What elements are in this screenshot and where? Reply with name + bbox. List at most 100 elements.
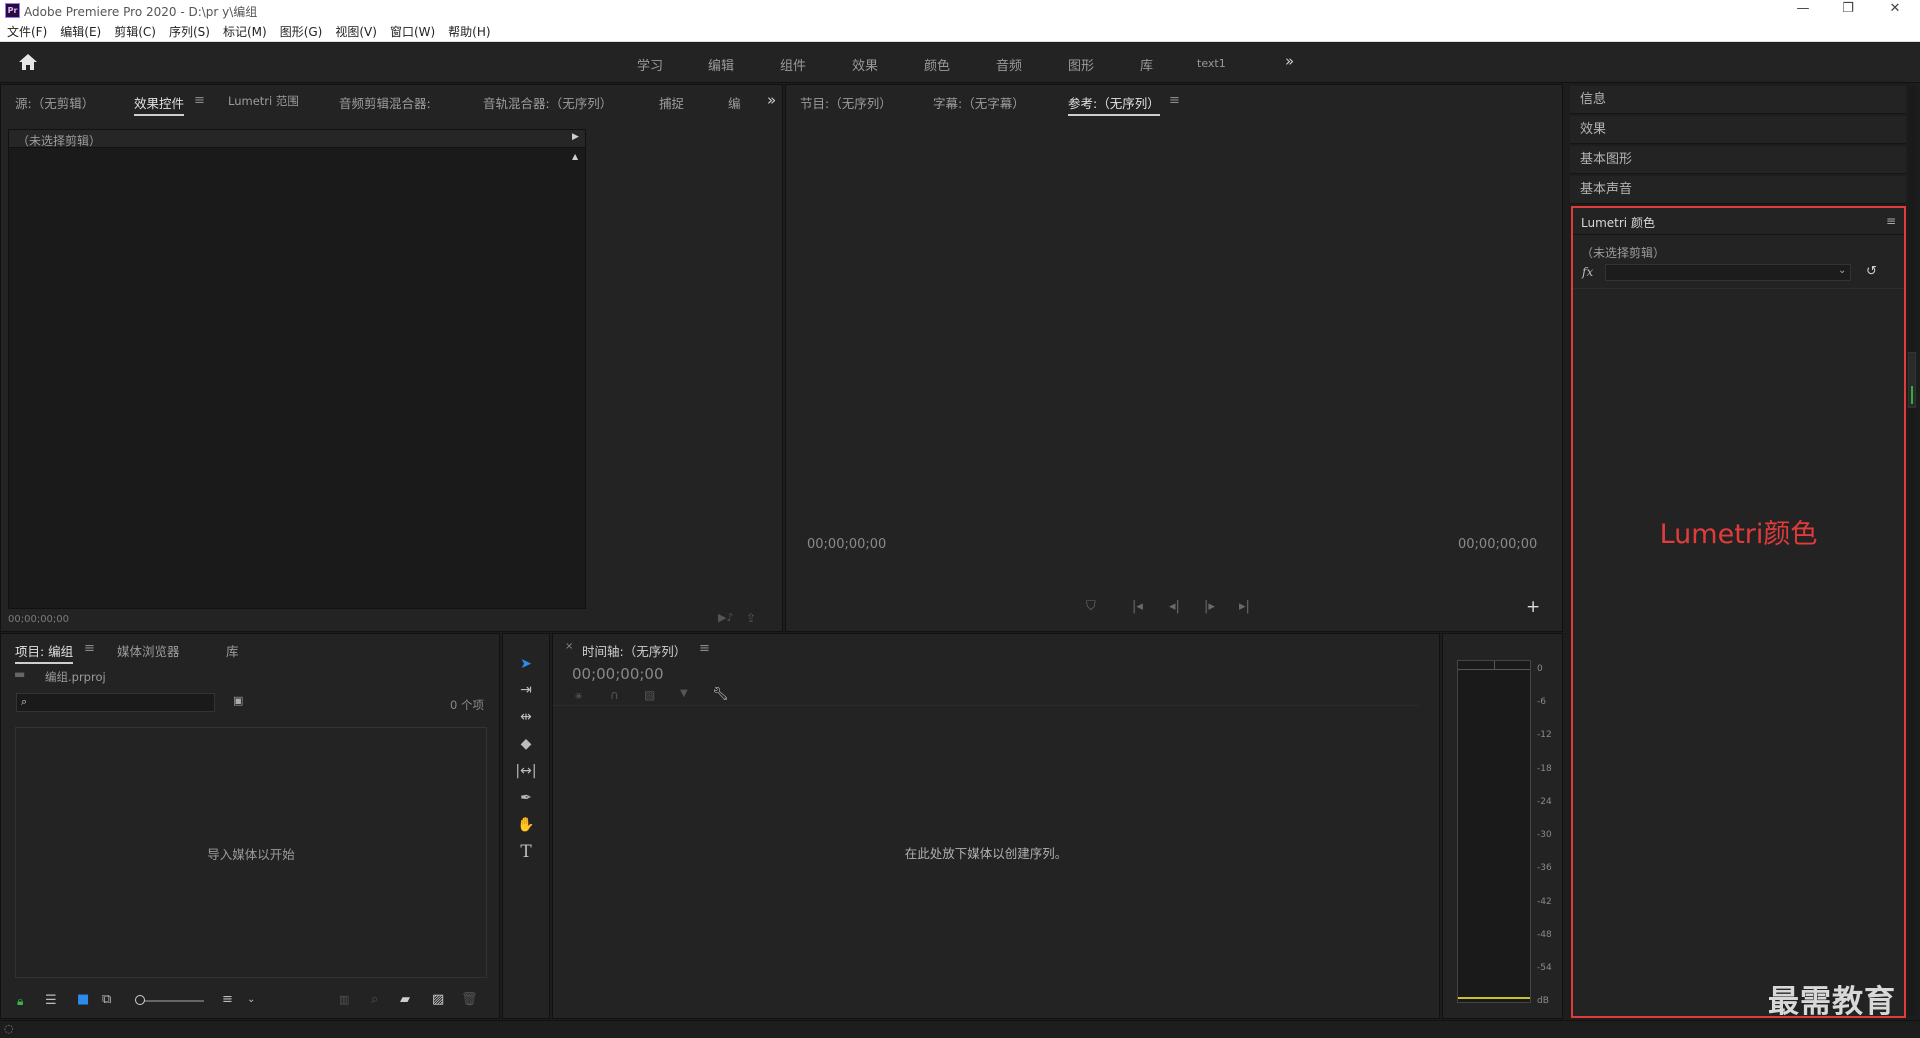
search-icon: ⌕ xyxy=(21,695,28,708)
zoom-slider-handle[interactable] xyxy=(135,995,145,1005)
tab-program[interactable]: 节目:（无序列） xyxy=(800,93,892,112)
workspace-text1[interactable]: text1 xyxy=(1197,57,1226,70)
panel-menu-icon[interactable]: ≡ xyxy=(1886,214,1896,228)
add-marker-icon[interactable]: ⛉ xyxy=(1086,599,1096,614)
snap-icon[interactable]: ∩ xyxy=(610,688,619,702)
lock-icon[interactable]: 🔒︎ xyxy=(17,994,23,1009)
workspace-editing[interactable]: 编辑 xyxy=(708,55,734,74)
panel-essential-sound[interactable]: 基本声音 xyxy=(1570,176,1906,204)
ripple-edit-tool-icon[interactable]: ⇹ xyxy=(514,706,538,728)
panel-menu-icon[interactable]: ≡ xyxy=(84,641,95,656)
selection-tool-icon[interactable]: ➤ xyxy=(514,653,538,675)
tab-audio-track-mixer[interactable]: 音轨混合器:（无序列） xyxy=(483,93,612,112)
workspace-libraries[interactable]: 库 xyxy=(1140,55,1153,74)
button-editor-plus-icon[interactable]: + xyxy=(1526,597,1540,617)
close-icon[interactable]: ✕ xyxy=(1875,1,1915,16)
import-media-hint: 导入媒体以开始 xyxy=(207,847,295,862)
panel-menu-icon[interactable]: ≡ xyxy=(1169,93,1180,108)
close-icon[interactable]: × xyxy=(565,641,573,652)
program-timecode-left[interactable]: 00;00;00;00 xyxy=(807,537,886,552)
track-select-tool-icon[interactable]: ⇥ xyxy=(514,679,538,701)
find-icon[interactable]: ⌕ xyxy=(371,992,378,1007)
timeline-drop-area[interactable]: 在此处放下媒体以创建序列。 xyxy=(553,705,1419,1018)
tab-captions[interactable]: 字幕:（无字幕） xyxy=(933,93,1025,112)
tab-libraries[interactable]: 库 xyxy=(226,641,239,660)
tabs-overflow-icon[interactable]: » xyxy=(767,91,776,109)
tab-source[interactable]: 源:（无剪辑） xyxy=(15,93,94,112)
automate-sequence-icon[interactable]: ▥ xyxy=(339,993,349,1006)
menu-markers[interactable]: 标记(M) xyxy=(223,22,267,42)
timeline-title: 时间轴:（无序列） xyxy=(582,644,687,659)
menu-graphics[interactable]: 图形(G) xyxy=(280,22,323,42)
menu-help[interactable]: 帮助(H) xyxy=(448,22,490,42)
workspace-assembly[interactable]: 组件 xyxy=(780,55,806,74)
tab-lumetri-scopes[interactable]: Lumetri 范围 xyxy=(228,93,299,109)
status-bar: ◌ xyxy=(0,1020,1920,1038)
menu-clip[interactable]: 剪辑(C) xyxy=(114,22,156,42)
export-frame-icon[interactable]: ⇪ xyxy=(746,611,756,625)
project-search-input[interactable]: ⌕ xyxy=(16,693,215,712)
loop-audio-icon[interactable]: ▶♪ xyxy=(718,611,733,624)
menu-file[interactable]: 文件(F) xyxy=(7,22,47,42)
reset-icon[interactable]: ↺ xyxy=(1866,264,1877,279)
timeline-timecode[interactable]: 00;00;00;00 xyxy=(572,665,664,683)
expand-right-icon[interactable]: ▶ xyxy=(572,132,579,142)
tab-media-browser[interactable]: 媒体浏览器 xyxy=(117,641,180,660)
new-search-bin-icon[interactable]: ▣ xyxy=(233,694,243,707)
type-tool-icon[interactable]: T xyxy=(514,841,538,863)
restore-icon[interactable]: ❐ xyxy=(1828,1,1868,16)
tab-reference[interactable]: 参考:（无序列） xyxy=(1068,93,1160,116)
workspace-learn[interactable]: 学习 xyxy=(637,55,663,74)
panel-menu-icon[interactable]: ≡ xyxy=(194,93,205,108)
tab-edit-overflow[interactable]: 编 xyxy=(728,93,741,112)
trash-icon[interactable]: 🗑︎ xyxy=(461,992,478,1007)
razor-tool-icon[interactable]: ◆ xyxy=(514,733,538,755)
tab-project[interactable]: 项目: 编组 xyxy=(15,641,74,664)
panel-info[interactable]: 信息 xyxy=(1570,86,1906,114)
menu-edit[interactable]: 编辑(E) xyxy=(60,22,101,42)
workspace-graphics[interactable]: 图形 xyxy=(1068,55,1094,74)
project-content-area[interactable]: 导入媒体以开始 xyxy=(15,727,487,978)
new-item-icon[interactable]: ▨ xyxy=(432,992,444,1007)
add-marker-icon[interactable]: ▼ xyxy=(680,688,688,699)
wrench-icon[interactable]: 🔧︎ xyxy=(712,687,729,702)
chevron-down-icon[interactable]: ⌄ xyxy=(247,994,255,1005)
slip-tool-icon[interactable]: |↔| xyxy=(514,760,538,782)
nest-icon[interactable]: ⚹ xyxy=(575,688,582,703)
workspace-audio[interactable]: 音频 xyxy=(996,55,1022,74)
freeform-view-icon[interactable]: ⧉ xyxy=(102,992,111,1007)
workspace-bar: 学习 编辑 组件 效果 颜色 音频 图形 库 text1 » xyxy=(0,43,1920,83)
tab-effect-controls[interactable]: 效果控件 xyxy=(134,93,185,116)
go-to-out-icon[interactable]: ▸| xyxy=(1239,599,1250,614)
panel-effects[interactable]: 效果 xyxy=(1570,116,1906,144)
workspace-color[interactable]: 颜色 xyxy=(924,55,950,74)
new-bin-icon[interactable]: ▰ xyxy=(400,992,410,1007)
panel-menu-icon[interactable]: ≡ xyxy=(699,641,710,656)
home-icon[interactable] xyxy=(18,53,38,74)
zoom-slider[interactable] xyxy=(136,1000,204,1002)
lumetri-preset-dropdown[interactable]: ⌄ xyxy=(1605,264,1851,281)
workspace-effects[interactable]: 效果 xyxy=(852,55,878,74)
linked-selection-icon[interactable]: ▨ xyxy=(644,688,655,702)
menu-window[interactable]: 窗口(W) xyxy=(390,22,435,42)
collapse-up-icon[interactable]: ▲ xyxy=(572,152,578,161)
step-forward-icon[interactable]: |▸ xyxy=(1204,599,1215,614)
workspace-overflow-icon[interactable]: » xyxy=(1285,52,1294,70)
chevron-down-icon: ⌄ xyxy=(1838,265,1847,276)
go-to-in-icon[interactable]: |◂ xyxy=(1132,599,1143,614)
panel-essential-graphics[interactable]: 基本图形 xyxy=(1570,146,1906,174)
menu-view[interactable]: 视图(V) xyxy=(335,22,377,42)
tab-capture[interactable]: 捕捉 xyxy=(659,93,684,112)
minimize-icon[interactable]: — xyxy=(1783,1,1823,16)
watermark: 最需教育 xyxy=(1768,984,1896,1020)
sort-icon[interactable]: ≡ xyxy=(222,992,233,1007)
icon-view-icon[interactable]: ■ xyxy=(77,992,89,1007)
right-scrollbar[interactable] xyxy=(1908,86,1916,1016)
list-view-icon[interactable]: ☰ xyxy=(45,993,57,1008)
step-back-icon[interactable]: ◂| xyxy=(1169,599,1180,614)
hand-tool-icon[interactable]: ✋ xyxy=(514,814,538,836)
tab-audio-clip-mixer[interactable]: 音频剪辑混合器: xyxy=(339,93,431,112)
pen-tool-icon[interactable]: ✒ xyxy=(514,787,538,809)
program-timecode-right: 00;00;00;00 xyxy=(1458,537,1538,552)
menu-sequence[interactable]: 序列(S) xyxy=(169,22,210,42)
